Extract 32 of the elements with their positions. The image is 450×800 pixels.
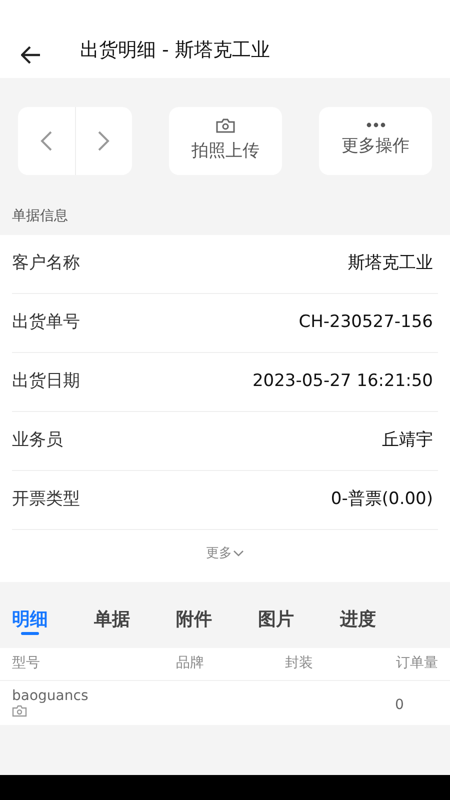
- camera-icon: [216, 118, 235, 133]
- tab[interactable]: 图片: [258, 606, 340, 633]
- chevron-down-icon: [233, 550, 244, 558]
- field-value: 丘靖宇: [382, 429, 434, 452]
- tab[interactable]: 单据: [94, 606, 176, 633]
- field-value: 0-普票(0.00): [330, 488, 434, 512]
- field-label: 出货单号: [12, 311, 80, 334]
- field-label: 开票类型: [12, 488, 80, 512]
- column-header: 封装: [285, 654, 314, 673]
- action-button[interactable]: 拍照上传: [169, 107, 282, 175]
- chevron-left-icon: [39, 130, 54, 152]
- tab[interactable]: 附件: [176, 606, 258, 633]
- back-icon[interactable]: [21, 46, 41, 64]
- column-header: 品牌: [176, 654, 205, 673]
- tab[interactable]: 明细: [12, 606, 94, 633]
- column-header: 型号: [12, 654, 41, 673]
- field-value: 2023-05-27 16:21:50: [252, 370, 434, 394]
- field-value: 斯塔克工业: [348, 252, 434, 276]
- field-value: CH-230527-156: [298, 311, 434, 334]
- column-header: 订单量: [396, 654, 438, 673]
- section-title: 单据信息: [11, 207, 69, 226]
- chevron-right-icon: [96, 130, 111, 152]
- field-label: 出货日期: [12, 370, 80, 394]
- more-icon: [366, 122, 386, 128]
- field-label: 业务员: [12, 429, 63, 452]
- table-cell: baoguancs: [12, 688, 88, 704]
- field-label: 客户名称: [12, 252, 80, 276]
- page-title: 出货明细 - 斯塔克工业: [80, 38, 270, 62]
- more-link[interactable]: 更多: [206, 544, 244, 564]
- table-cell-text: 0: [394, 696, 405, 715]
- tab[interactable]: 进度: [340, 606, 422, 633]
- action-button[interactable]: 更多操作: [319, 107, 432, 175]
